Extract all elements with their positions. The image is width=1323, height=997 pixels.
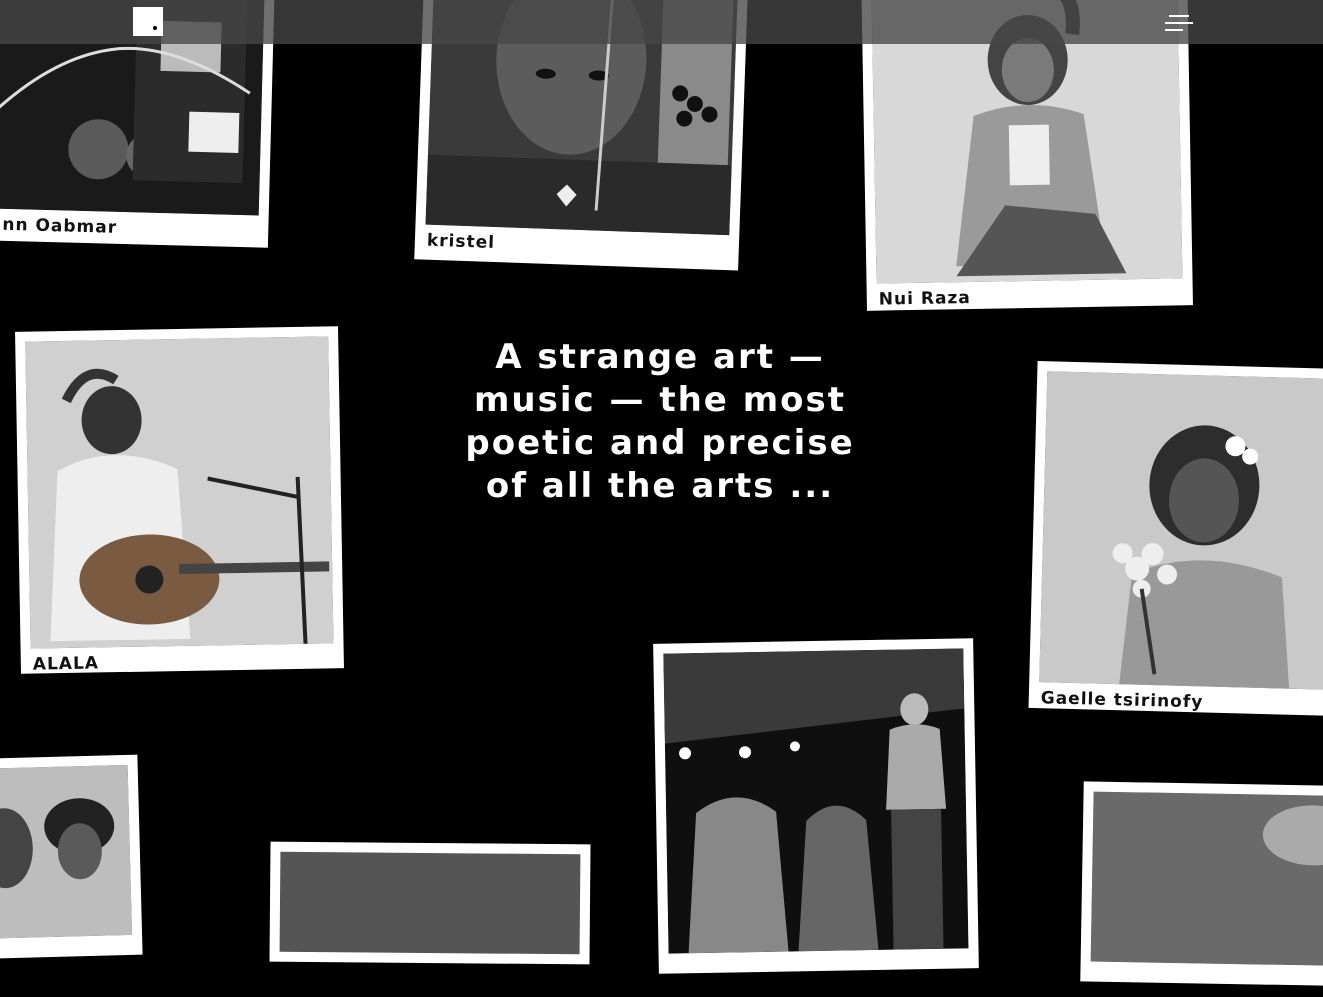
artist-photo — [663, 648, 969, 954]
artist-name: ALALA — [32, 653, 100, 675]
artist-card-alala[interactable]: ALALA — [15, 326, 344, 675]
top-navigation-bar — [0, 0, 1323, 44]
hero-quote: A strange art — music — the most poetic … — [465, 337, 855, 506]
artist-photo — [0, 764, 133, 940]
artist-card-bottom-right[interactable] — [1080, 781, 1323, 987]
artist-name — [279, 952, 579, 985]
artist-photo — [25, 336, 334, 649]
artist-card-bottom-left[interactable] — [0, 754, 143, 960]
artist-name — [0, 935, 133, 969]
site-logo[interactable] — [133, 7, 163, 36]
artist-card-bottom-center[interactable] — [269, 841, 591, 965]
artist-name — [1090, 962, 1323, 997]
artist-card-concert[interactable] — [653, 638, 979, 974]
hamburger-menu-icon[interactable] — [1163, 12, 1193, 34]
artist-photo — [1039, 371, 1323, 690]
artist-name: Nui Raza — [878, 288, 972, 310]
artist-name — [669, 948, 969, 983]
artist-card-gaelle-tsirinofy[interactable]: Gaelle tsirinofy — [1028, 361, 1323, 716]
artist-card-nui-raza[interactable]: Nui Raza — [861, 0, 1193, 311]
artist-photo — [279, 851, 581, 955]
artist-photo — [1090, 791, 1323, 967]
logo-dot-icon — [153, 26, 157, 30]
